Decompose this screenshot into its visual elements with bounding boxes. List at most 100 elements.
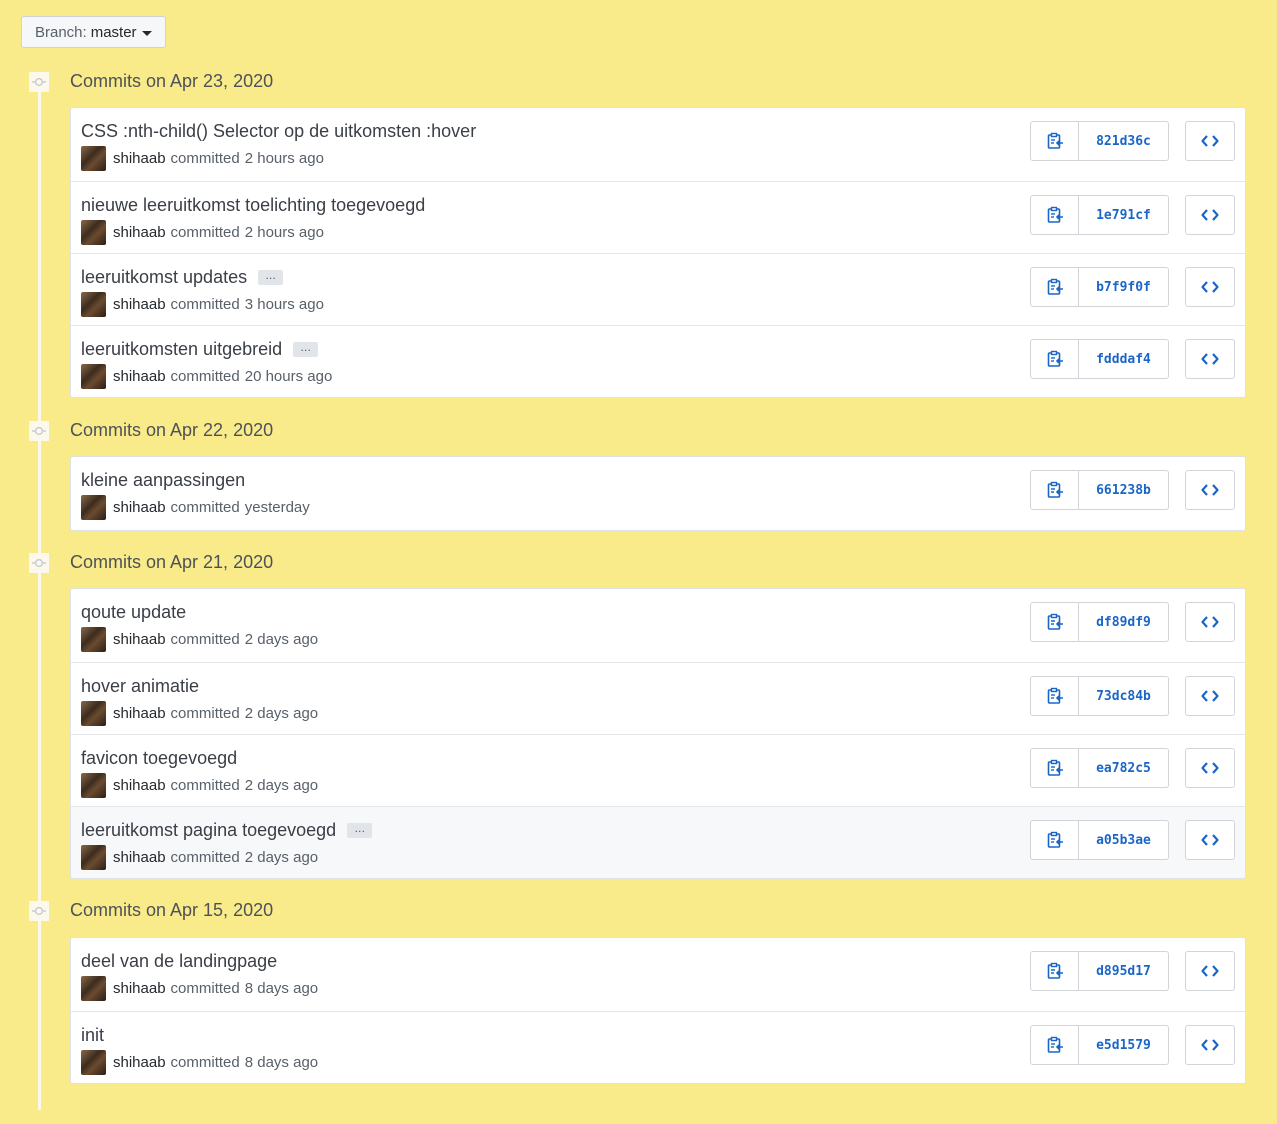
copy-sha-button[interactable] [1030,820,1079,860]
commit-author[interactable]: shihaab [113,499,166,516]
commit-author[interactable]: shihaab [113,980,166,997]
copy-sha-button[interactable] [1030,676,1079,716]
copy-sha-button[interactable] [1030,602,1079,642]
avatar[interactable] [81,220,106,245]
avatar[interactable] [81,146,106,171]
commit-message-link[interactable]: leeruitkomst pagina toegevoegd [81,820,336,841]
commit-message-link[interactable]: CSS :nth-child() Selector op de uitkomst… [81,121,476,142]
sha-button-group: a05b3ae [1030,820,1169,860]
commit-author[interactable]: shihaab [113,368,166,385]
browse-repository-button[interactable] [1185,951,1235,991]
commit-message-link[interactable]: leeruitkomst updates [81,267,247,288]
commit-action: committed [170,980,240,997]
commit-message-row: nieuwe leeruitkomst toelichting toegevoe… [81,195,425,216]
commit-author[interactable]: shihaab [113,296,166,313]
commit-meta: shihaab committed yesterday [81,495,310,520]
commit-time: 20 hours ago [244,368,333,385]
copy-sha-button[interactable] [1030,951,1079,991]
commit-sha-link[interactable]: a05b3ae [1079,820,1169,860]
commit-author[interactable]: shihaab [113,1054,166,1071]
commit-sha-link[interactable]: b7f9f0f [1079,267,1169,307]
browse-repository-button[interactable] [1185,195,1235,235]
branch-select-button[interactable]: Branch: master [21,16,166,48]
commit-message-row: deel van de landingpage [81,951,277,972]
avatar[interactable] [81,292,106,317]
commit-author[interactable]: shihaab [113,631,166,648]
avatar[interactable] [81,364,106,389]
browse-repository-button[interactable] [1185,676,1235,716]
git-commit-icon [29,72,49,92]
code-icon [1201,208,1219,222]
commit-sha-link[interactable]: ea782c5 [1079,748,1169,788]
browse-repository-button[interactable] [1185,748,1235,788]
browse-repository-button[interactable] [1185,602,1235,642]
avatar[interactable] [81,627,106,652]
browse-repository-button[interactable] [1185,121,1235,161]
expand-message-button[interactable]: … [258,270,284,285]
clipboard-icon [1046,278,1064,296]
commit-sha-link[interactable]: 661238b [1079,470,1169,510]
clipboard-icon [1046,206,1064,224]
triangle-down-icon [141,30,152,36]
copy-sha-button[interactable] [1030,1025,1079,1065]
browse-repository-button[interactable] [1185,820,1235,860]
avatar[interactable] [81,701,106,726]
browse-repository-button[interactable] [1185,267,1235,307]
commit-message-link[interactable]: nieuwe leeruitkomst toelichting toegevoe… [81,195,425,216]
avatar[interactable] [81,495,106,520]
commit-message-link[interactable]: leeruitkomsten uitgebreid [81,339,282,360]
commit-sha-link[interactable]: e5d1579 [1079,1025,1169,1065]
commit-message-row: favicon toegevoegd [81,748,237,769]
commit-group-title: Commits on Apr 23, 2020 [70,71,274,91]
avatar[interactable] [81,976,106,1001]
commit-sha-link[interactable]: df89df9 [1079,602,1169,642]
avatar[interactable] [81,1050,106,1075]
commit-message-row: leeruitkomst pagina toegevoegd … [81,820,373,841]
commit-time: 2 hours ago [244,224,324,241]
commit-message-row: init [81,1025,104,1046]
expand-message-button[interactable]: … [347,823,373,838]
commit-time: 2 days ago [244,777,319,794]
browse-repository-button[interactable] [1185,470,1235,510]
browse-repository-button[interactable] [1185,339,1235,379]
copy-sha-button[interactable] [1030,195,1079,235]
commit-row: hover animatie shihaab committed 2 days ago… [71,662,1245,734]
commit-author[interactable]: shihaab [113,849,166,866]
commit-message-link[interactable]: hover animatie [81,676,199,697]
commit-sha-link[interactable]: d895d17 [1079,951,1169,991]
git-commit-icon [29,553,49,573]
commit-time: 2 days ago [244,849,319,866]
commit-author[interactable]: shihaab [113,150,166,167]
commit-message-link[interactable]: init [81,1025,104,1046]
commit-message-row: qoute update [81,602,186,623]
commit-sha-link[interactable]: 1e791cf [1079,195,1169,235]
commit-actions: 821d36c [1030,121,1235,161]
copy-sha-button[interactable] [1030,121,1079,161]
commit-actions: d895d17 [1030,951,1235,991]
commit-actions: e5d1579 [1030,1025,1235,1065]
commit-sha-link[interactable]: fdddaf4 [1079,339,1169,379]
avatar[interactable] [81,773,106,798]
expand-message-button[interactable]: … [293,342,319,357]
commit-author[interactable]: shihaab [113,224,166,241]
commit-group-list: deel van de landingpage shihaab committed 8… [70,937,1246,1084]
copy-sha-button[interactable] [1030,748,1079,788]
commit-message-link[interactable]: qoute update [81,602,186,623]
commit-message-link[interactable]: favicon toegevoegd [81,748,237,769]
commit-sha-link[interactable]: 821d36c [1079,121,1169,161]
commit-actions: a05b3ae [1030,820,1235,860]
commit-sha-link[interactable]: 73dc84b [1079,676,1169,716]
copy-sha-button[interactable] [1030,339,1079,379]
browse-repository-button[interactable] [1185,1025,1235,1065]
copy-sha-button[interactable] [1030,267,1079,307]
copy-sha-button[interactable] [1030,470,1079,510]
commit-author[interactable]: shihaab [113,777,166,794]
sha-button-group: d895d17 [1030,951,1169,991]
commit-message-link[interactable]: deel van de landingpage [81,951,277,972]
commit-action: committed [170,777,240,794]
commit-meta: shihaab committed 2 days ago [81,773,318,798]
commit-message-link[interactable]: kleine aanpassingen [81,470,245,491]
avatar[interactable] [81,845,106,870]
commit-author[interactable]: shihaab [113,705,166,722]
commit-timeline [38,73,41,1110]
